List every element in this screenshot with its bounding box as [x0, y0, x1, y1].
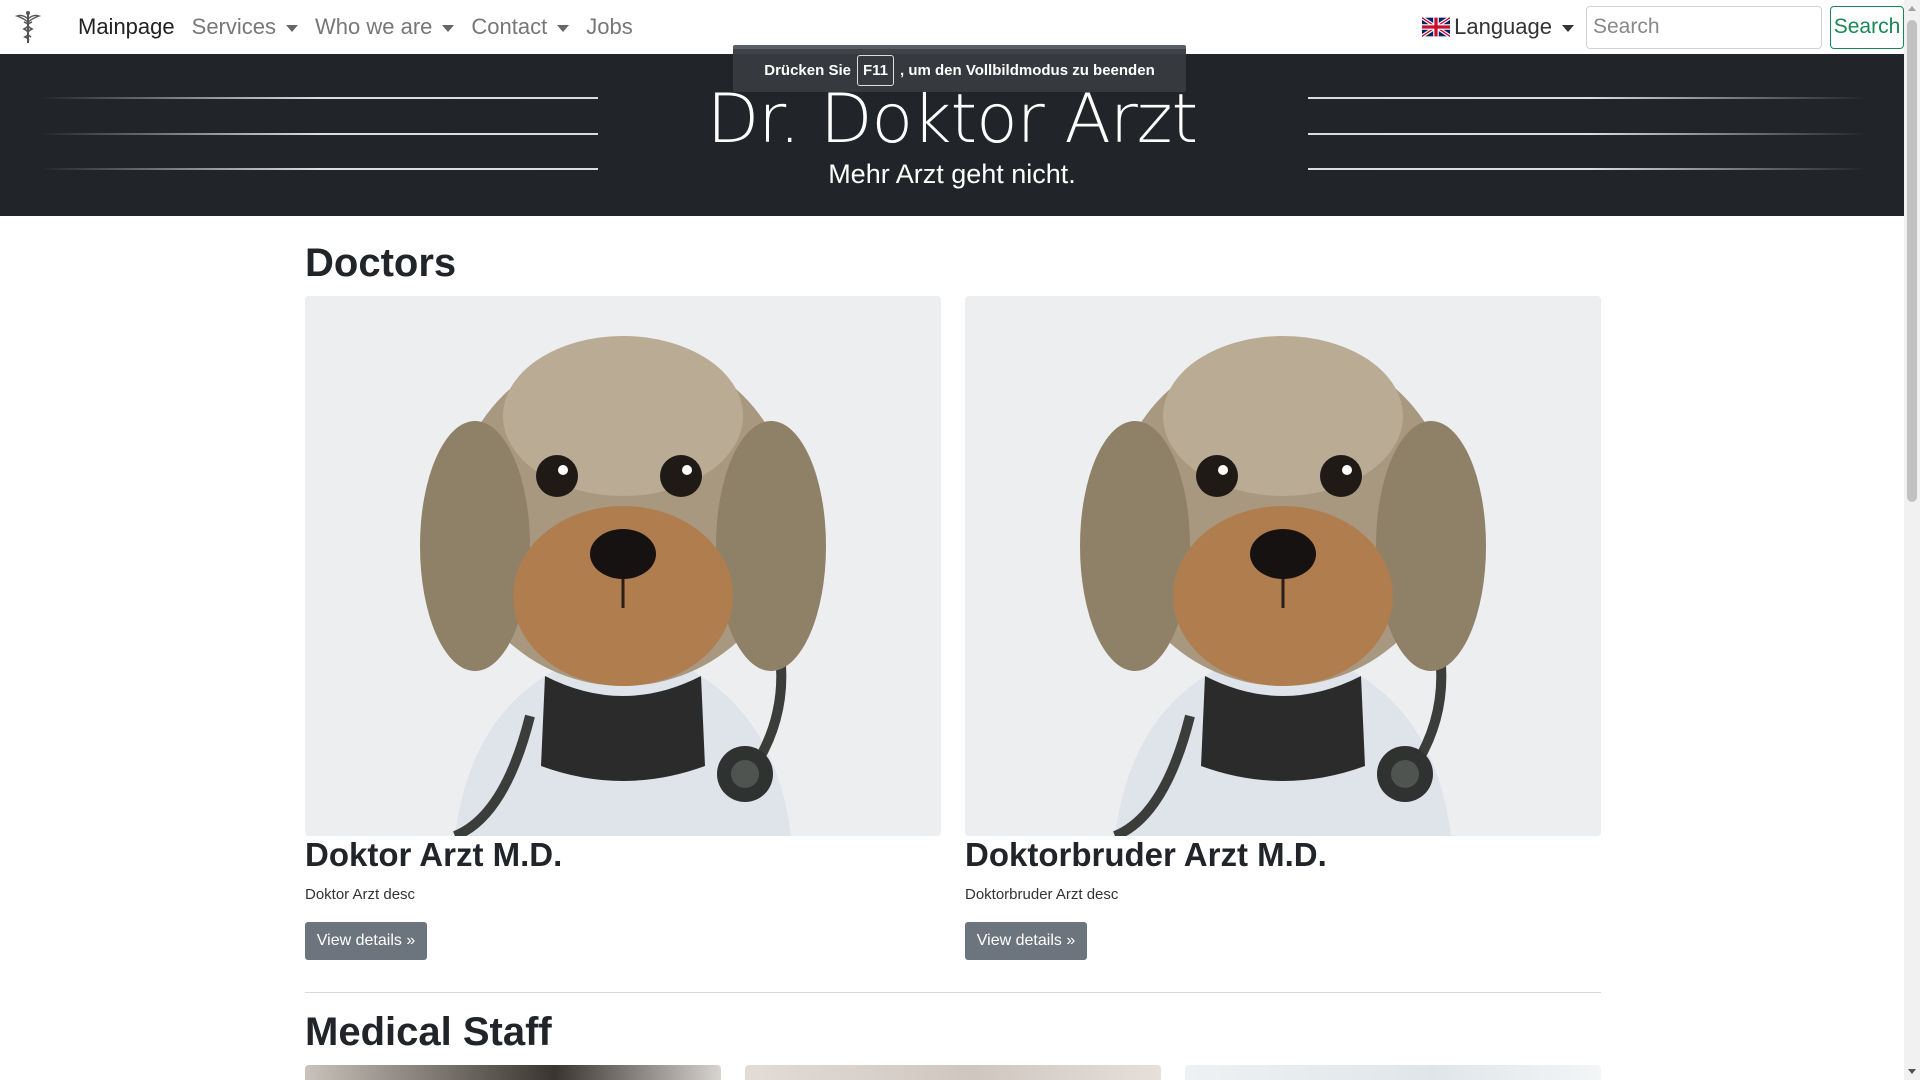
nav-mainpage-label: Mainpage — [78, 14, 175, 39]
staff-photo — [745, 1065, 1161, 1080]
view-details-button[interactable]: View details » — [965, 922, 1087, 960]
nav-services-label: Services — [191, 14, 276, 39]
language-dropdown[interactable]: Language — [1422, 14, 1574, 40]
chevron-down-icon — [286, 24, 298, 32]
search-button[interactable]: Search — [1830, 5, 1904, 49]
nav-jobs-label: Jobs — [586, 14, 633, 39]
fullscreen-notice-prefix: Drücken Sie — [764, 62, 851, 79]
doctor-photo — [305, 296, 941, 836]
caduceus-logo-icon[interactable] — [14, 10, 42, 44]
search-input[interactable] — [1586, 5, 1822, 49]
uk-flag-icon — [1422, 17, 1451, 37]
f11-key-badge: F11 — [856, 55, 894, 86]
dog-doctor-illustration — [305, 296, 941, 836]
nav-jobs[interactable]: Jobs — [586, 14, 632, 40]
page-scrollbar[interactable] — [1904, 0, 1920, 1080]
chevron-down-icon — [442, 24, 455, 32]
hero-subtitle: Mehr Arzt geht nicht. — [828, 159, 1076, 189]
doctor-desc: Doktorbruder Arzt desc — [965, 886, 1119, 903]
nav-mainpage[interactable]: Mainpage — [78, 14, 175, 40]
nav-who-we-are[interactable]: Who we are — [315, 14, 455, 40]
section-divider — [305, 992, 1601, 993]
nav-contact-label: Contact — [471, 14, 548, 39]
chevron-down-icon — [1562, 24, 1574, 32]
chevron-down-icon — [557, 24, 570, 32]
nav-who-we-are-label: Who we are — [315, 14, 433, 39]
medical-staff-heading: Medical Staff — [305, 1010, 552, 1054]
fullscreen-notice: Drücken Sie F11 , um den Vollbildmodus z… — [733, 45, 1186, 92]
doctor-name: Doktorbruder Arzt M.D. — [965, 836, 1327, 873]
view-details-button[interactable]: View details » — [305, 922, 427, 960]
dog-doctor-illustration — [965, 296, 1601, 836]
navbar-right: Language Search — [1422, 0, 1904, 54]
nav-contact[interactable]: Contact — [471, 14, 570, 40]
doctors-heading: Doctors — [305, 241, 457, 285]
language-label: Language — [1454, 14, 1552, 39]
doctor-photo — [965, 296, 1601, 836]
scroll-up-arrow-icon[interactable] — [1908, 6, 1916, 11]
doctor-desc: Doktor Arzt desc — [305, 886, 416, 903]
scrollbar-thumb[interactable] — [1907, 20, 1917, 502]
staff-photo — [305, 1065, 721, 1080]
nav-services[interactable]: Services — [192, 14, 298, 40]
doctor-name: Doktor Arzt M.D. — [305, 836, 563, 873]
staff-photo — [1185, 1065, 1601, 1080]
scroll-down-arrow-icon[interactable] — [1908, 1069, 1916, 1074]
fullscreen-notice-suffix: , um den Vollbildmodus zu beenden — [900, 62, 1155, 79]
